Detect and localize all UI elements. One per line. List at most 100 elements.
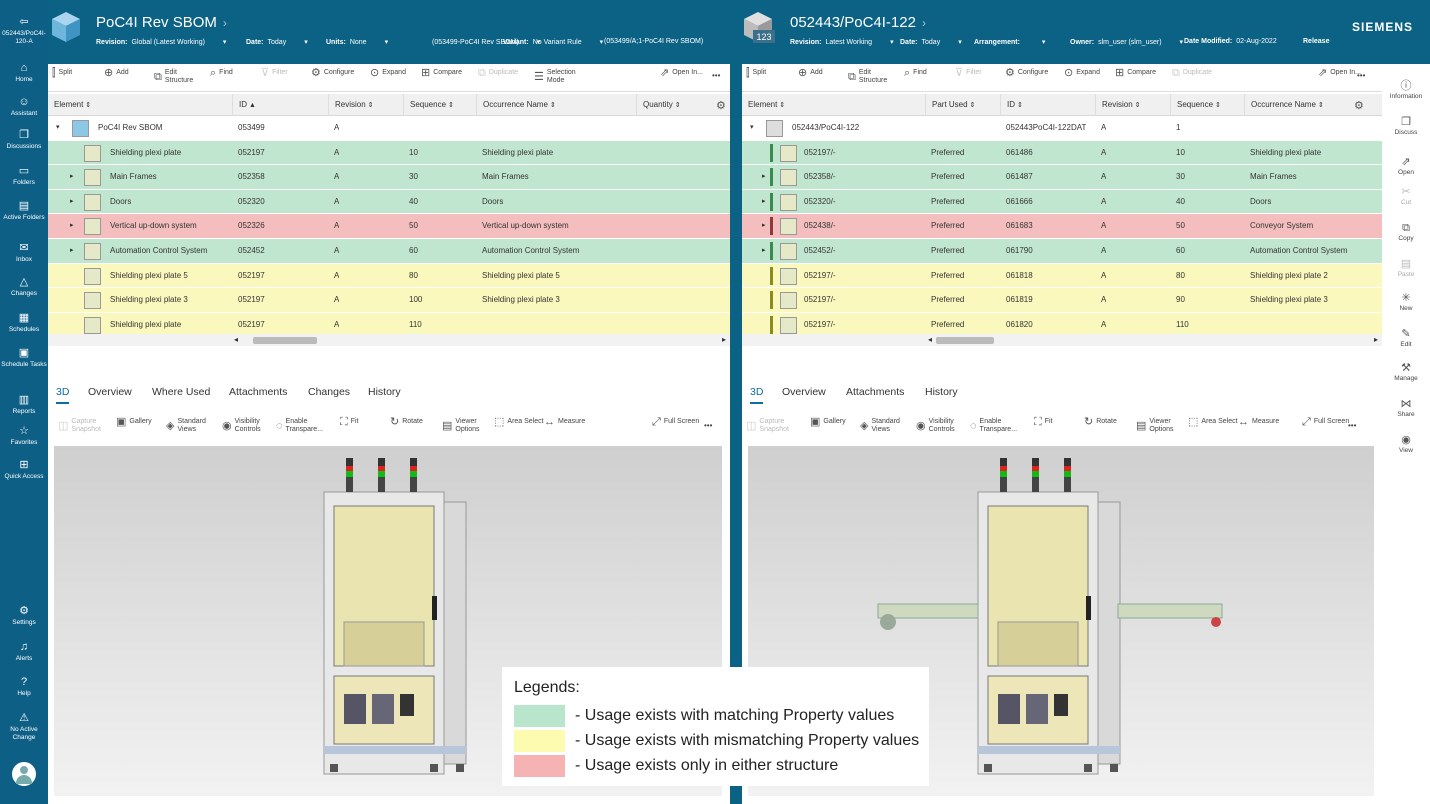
nav-item-schedules[interactable]: ▦ Schedules [0,312,48,334]
viewer-full-screen[interactable]: ⤢ Full Screen [652,417,699,428]
column-header-sequence[interactable]: Sequence ⇕ [403,94,454,116]
command-share[interactable]: ⋈ Share [1382,398,1430,418]
config-date[interactable]: Date: Today ▾ [246,38,322,46]
table-row[interactable]: 052197/- Preferred 061486 A 10 Shielding plex… [742,140,1382,166]
expand-icon[interactable]: ▸ [762,190,766,214]
toolbar-split[interactable]: ⫿ Split [52,68,72,79]
user-avatar[interactable] [12,762,36,786]
viewer-full-screen[interactable]: ⤢ Full Screen [1302,417,1349,428]
viewer-visibility-controls[interactable]: ◉ Visibility Controls [916,418,969,434]
config-release[interactable]: Release [1303,38,1347,45]
command-discuss[interactable]: ❐ Discuss [1382,116,1430,136]
nav-item-schedule-tasks[interactable]: ▣ Schedule Tasks [0,347,48,369]
viewer-rotate[interactable]: ↻ Rotate [390,417,423,428]
table-row[interactable]: ▸ 052452/- Preferred 061790 A 60 Automation Co… [742,238,1382,264]
table-row[interactable]: Shielding plexi plate 052197 A 10 Shielding … [48,140,730,166]
more-icon[interactable]: ••• [704,422,712,430]
command-information[interactable]: ⓘ Information [1382,80,1430,100]
nav-item-quick-access[interactable]: ⊞ Quick Access [0,459,48,481]
expand-icon[interactable]: ▸ [70,239,74,263]
table-row[interactable]: ▸ 052320/- Preferred 061666 A 40 Doors [742,189,1382,215]
nav-item-home[interactable]: ⌂ Home [0,62,48,84]
expand-icon[interactable]: ▸ [762,239,766,263]
viewer-measure[interactable]: ↔ Measure [544,417,585,428]
column-header-id[interactable]: ID ▲ [232,94,256,116]
viewer-area-select[interactable]: ⬚ Area Select [1188,417,1238,428]
column-header-revision[interactable]: Revision ⇕ [328,94,374,116]
tab-history[interactable]: History [925,386,958,398]
toolbar-selection-mode[interactable]: ☰ Selection Mode [534,69,581,85]
command-copy[interactable]: ⧉ Copy [1382,222,1430,242]
tab-attachments[interactable]: Attachments [229,386,287,398]
toolbar-add[interactable]: ⊕ Add [798,68,823,79]
viewer-visibility-controls[interactable]: ◉ Visibility Controls [222,418,275,434]
table-row[interactable]: ▸ Main Frames 052358 A 30 Main Frames [48,165,730,190]
right-horizontal-scrollbar[interactable]: ◂ ▸ [742,334,1382,346]
nav-item-reports[interactable]: ▥ Reports [0,394,48,416]
tab-3d[interactable]: 3D [56,386,70,404]
table-row[interactable]: ▸ 052358/- Preferred 061487 A 30 Main Frames [742,165,1382,190]
nav-item-alerts[interactable]: ♫ Alerts [0,641,48,663]
table-row[interactable]: ▸ Doors 052320 A 40 Doors [48,189,730,215]
viewer-viewer-options[interactable]: ▤ Viewer Options [442,418,495,434]
table-row[interactable]: Shielding plexi plate 5 052197 A 80 Shieldin… [48,263,730,289]
column-header-revision[interactable]: Revision ⇕ [1095,94,1141,116]
config-date-modified[interactable]: Date Modified: 02-Aug-2022 [1184,38,1291,45]
tab-overview[interactable]: Overview [782,386,826,398]
viewer-gallery[interactable]: ▣ Gallery [116,417,152,428]
settings-gear-icon[interactable]: ⚙ [1354,99,1364,112]
page-title[interactable]: 052443/PoC4I-122 › [790,14,926,31]
column-header-element[interactable]: Element ⇕ [48,94,91,116]
column-header-id[interactable]: ID ⇕ [1000,94,1023,116]
table-row[interactable]: ▸ 052438/- Preferred 061683 A 50 Conveyor Syst… [742,214,1382,239]
config-revision[interactable]: Revision: Global (Latest Working) ▾ [96,38,240,46]
table-row[interactable]: ▾ PoC4I Rev SBOM 053499 A [48,116,730,141]
table-row[interactable]: 052197/- Preferred 061819 A 90 Shielding plex… [742,288,1382,313]
column-header-occurrence-name[interactable]: Occurrence Name ⇕ [1244,94,1324,116]
expand-icon[interactable]: ▸ [762,165,766,189]
tab-overview[interactable]: Overview [88,386,132,398]
toolbar-edit-structure[interactable]: ⧉ Edit Structure [848,69,893,85]
left-horizontal-scrollbar[interactable]: ◂ ▸ [48,334,730,346]
viewer-fit[interactable]: ⛶ Fit [340,417,358,428]
config-variant[interactable]: Variant: No Variant Rule ▾ [503,38,617,46]
column-header-sequence[interactable]: Sequence ⇕ [1170,94,1221,116]
nav-item-assistant[interactable]: ☺ Assistant [0,96,48,118]
column-header-part-used[interactable]: Part Used ⇕ [925,94,975,116]
viewer-gallery[interactable]: ▣ Gallery [810,417,846,428]
toolbar-compare[interactable]: ⊞ Compare [1115,68,1156,79]
tab-attachments[interactable]: Attachments [846,386,904,398]
table-row[interactable]: ▸ Vertical up-down system 052326 A 50 Vertica… [48,214,730,239]
command-manage[interactable]: ⚒ Manage [1382,362,1430,382]
toolbar-split[interactable]: ⫿ Split [746,68,766,79]
nav-item-active-folders[interactable]: ▤ Active Folders [0,200,48,222]
viewer-transparency[interactable]: ◌ Enable Transpare... [970,418,1020,434]
collapse-icon[interactable]: ▾ [56,116,60,140]
column-header-element[interactable]: Element ⇕ [742,94,785,116]
viewer-area-select[interactable]: ⬚ Area Select [494,417,544,428]
config-owner[interactable]: Owner: slm_user (slm_user) ▾ [1070,38,1197,46]
table-row[interactable]: 052197/- Preferred 061818 A 80 Shielding plex… [742,263,1382,289]
nav-item-folder[interactable]: ▭ Folders [0,165,48,187]
command-view[interactable]: ◉ View [1382,434,1430,454]
toolbar-edit-structure[interactable]: ⧉ Edit Structure [154,69,199,85]
settings-gear-icon[interactable]: ⚙ [716,99,726,112]
toolbar-expand[interactable]: ⊙ Expand [1064,68,1100,79]
toolbar-add[interactable]: ⊕ Add [104,68,129,79]
config-value[interactable]: (053499/A;1-PoC4I Rev SBOM) [604,38,717,45]
table-row[interactable]: ▸ Automation Control System 052452 A 60 Autom… [48,238,730,264]
config-date[interactable]: Date: Today ▾ [900,38,976,46]
toolbar-find[interactable]: ⌕ Find [904,68,927,79]
more-icon[interactable]: ••• [712,72,720,80]
nav-item-inbox[interactable]: ✉ Inbox [0,242,48,264]
toolbar-expand[interactable]: ⊙ Expand [370,68,406,79]
config-units[interactable]: Units: None ▾ [326,38,402,46]
more-icon[interactable]: ••• [1357,72,1365,80]
more-icon[interactable]: ••• [1348,422,1356,430]
column-header-quantity[interactable]: Quantity ⇕ [636,94,681,116]
nav-item-settings[interactable]: ⚙ Settings [0,605,48,627]
expand-icon[interactable]: ▸ [70,190,74,214]
nav-item-discussions[interactable]: ❐ Discussions [0,129,48,151]
viewer-fit[interactable]: ⛶ Fit [1034,417,1052,428]
expand-icon[interactable]: ▸ [762,214,766,238]
